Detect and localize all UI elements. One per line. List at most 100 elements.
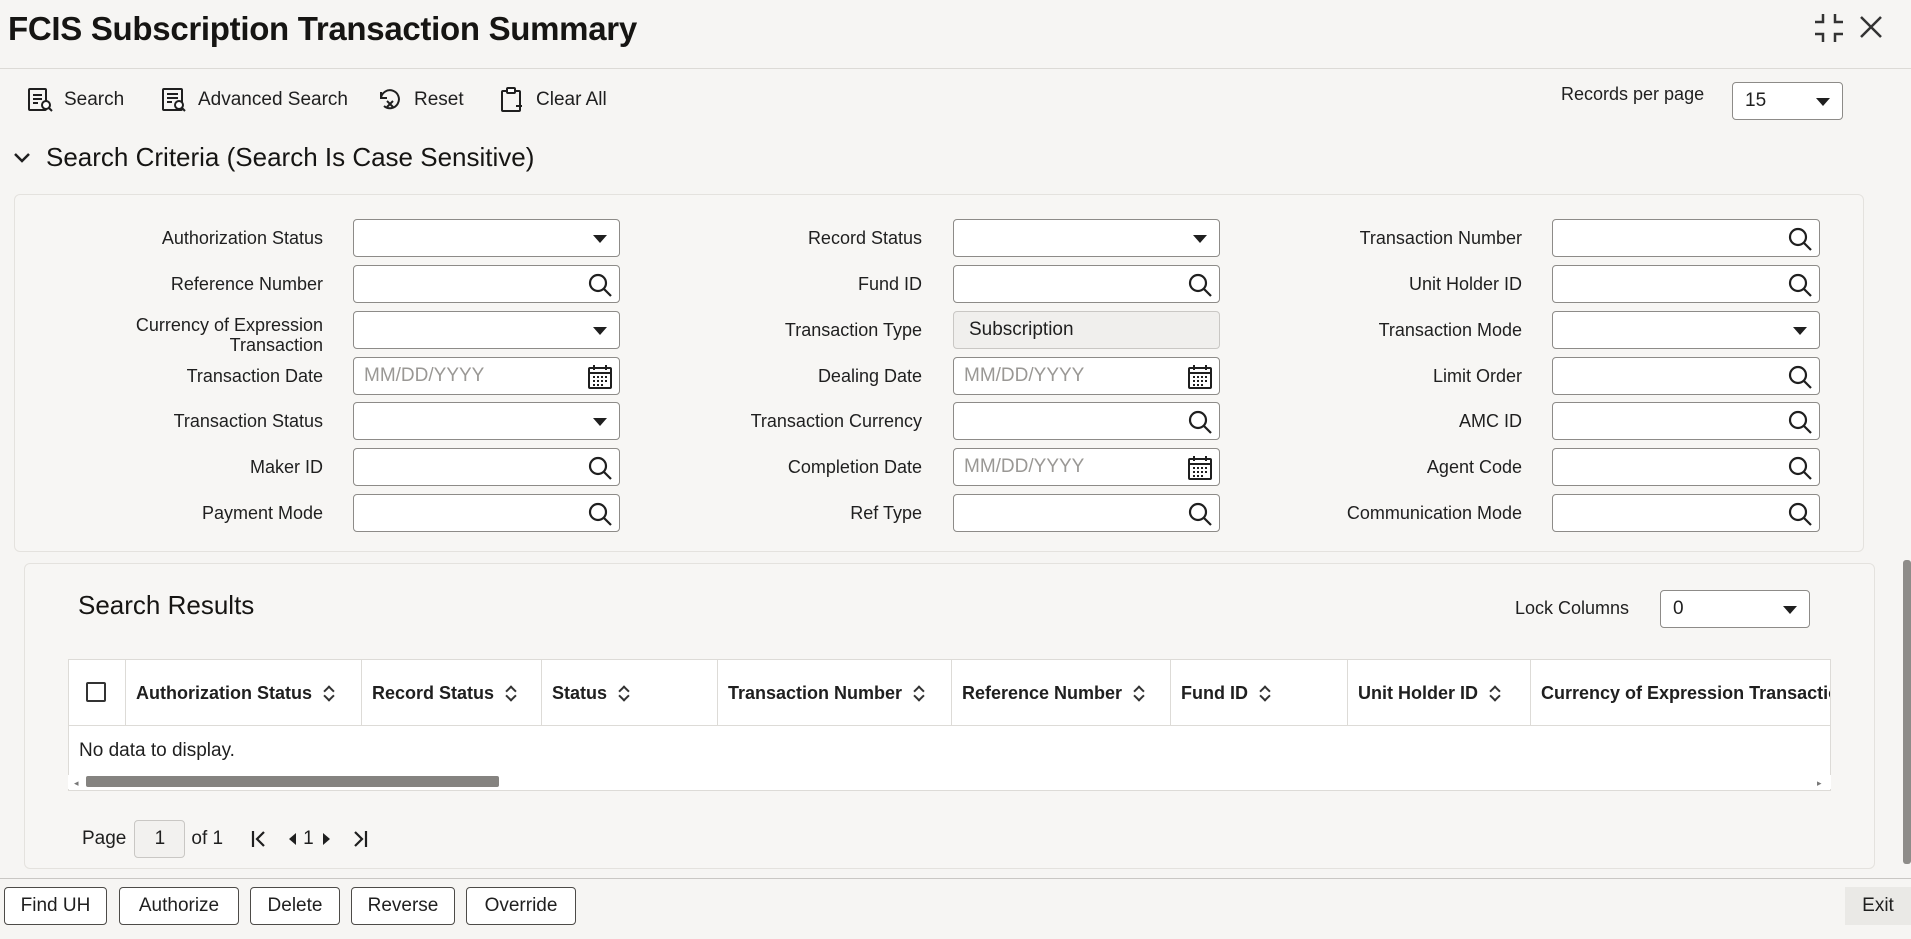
transaction-date-input[interactable]: MM/DD/YYYY [353, 357, 620, 395]
maker-id-input[interactable] [353, 448, 620, 486]
reset-button-label: Reset [414, 89, 464, 110]
search-icon[interactable] [1787, 409, 1813, 435]
completion-date-label: Completion Date [787, 457, 922, 477]
sort-icon[interactable] [506, 685, 516, 701]
search-button[interactable]: Search [26, 84, 124, 116]
column-header-transaction-number[interactable]: Transaction Number [718, 660, 952, 726]
dealing-date-input[interactable]: MM/DD/YYYY [953, 357, 1220, 395]
search-icon[interactable] [1787, 272, 1813, 298]
vertical-scrollbar-thumb[interactable] [1903, 560, 1911, 864]
find-uh-button[interactable]: Find UH [4, 887, 107, 925]
reference-number-input[interactable] [353, 265, 620, 303]
chevron-down-icon [1193, 235, 1207, 243]
advanced-search-icon [162, 88, 186, 112]
sort-icon[interactable] [1134, 685, 1144, 701]
chevron-down-icon [593, 418, 607, 426]
sort-icon[interactable] [1260, 685, 1270, 701]
limit-order-input[interactable] [1552, 357, 1820, 395]
search-icon[interactable] [1187, 409, 1213, 435]
records-per-page-select[interactable]: 15 [1732, 82, 1843, 120]
column-header-label: Status [552, 682, 608, 703]
select-all-checkbox[interactable] [86, 682, 106, 702]
column-header-currency-of-expression[interactable]: Currency of Expression Transaction [1531, 660, 1830, 726]
dealing-date-placeholder: MM/DD/YYYY [964, 365, 1085, 386]
transaction-currency-input[interactable] [953, 402, 1220, 440]
currency-expression-select[interactable] [353, 311, 620, 349]
reverse-button[interactable]: Reverse [351, 887, 455, 925]
authorization-status-select[interactable] [353, 219, 620, 257]
search-icon[interactable] [1187, 272, 1213, 298]
unit-holder-id-input[interactable] [1552, 265, 1820, 303]
sort-icon[interactable] [324, 685, 334, 701]
footer-divider [0, 878, 1911, 879]
override-button[interactable]: Override [466, 887, 576, 925]
search-icon[interactable] [1787, 455, 1813, 481]
limit-order-label: Limit Order [1432, 366, 1522, 386]
authorize-button[interactable]: Authorize [119, 887, 239, 925]
search-icon[interactable] [1787, 226, 1813, 252]
sort-icon[interactable] [619, 685, 629, 701]
chevron-down-icon [1793, 327, 1807, 335]
clear-all-button[interactable]: Clear All [498, 84, 607, 116]
amc-id-input[interactable] [1552, 402, 1820, 440]
sort-icon[interactable] [1490, 685, 1500, 701]
horizontal-scrollbar-thumb[interactable] [86, 776, 499, 787]
column-header-fund-id[interactable]: Fund ID [1171, 660, 1347, 726]
clipboard-icon [501, 87, 522, 112]
communication-mode-input[interactable] [1552, 494, 1820, 532]
column-header-authorization-status[interactable]: Authorization Status [126, 660, 362, 726]
advanced-search-button-label: Advanced Search [198, 89, 348, 110]
payment-mode-input[interactable] [353, 494, 620, 532]
close-icon[interactable] [1856, 12, 1886, 47]
collapse-icon[interactable] [1813, 12, 1845, 49]
transaction-date-label: Transaction Date [186, 366, 323, 386]
advanced-search-button[interactable]: Advanced Search [160, 84, 348, 116]
page-label: Page [82, 828, 127, 849]
transaction-number-input[interactable] [1552, 219, 1820, 257]
column-header-status[interactable]: Status [542, 660, 718, 726]
exit-button[interactable]: Exit [1845, 887, 1911, 925]
transaction-mode-select[interactable] [1552, 311, 1820, 349]
next-page-icon[interactable] [320, 829, 334, 849]
completion-date-input[interactable]: MM/DD/YYYY [953, 448, 1220, 486]
page-of-label: of 1 [191, 828, 224, 849]
chevron-down-icon [1783, 606, 1797, 614]
search-icon[interactable] [1187, 501, 1213, 527]
delete-button[interactable]: Delete [250, 887, 340, 925]
search-icon[interactable] [587, 455, 613, 481]
current-page-indicator: 1 [303, 828, 314, 849]
column-header-reference-number[interactable]: Reference Number [952, 660, 1171, 726]
calendar-icon[interactable] [1187, 455, 1213, 481]
previous-page-icon[interactable] [285, 829, 299, 849]
search-icon[interactable] [1787, 501, 1813, 527]
search-icon[interactable] [587, 272, 613, 298]
column-header-label: Fund ID [1181, 682, 1248, 703]
calendar-icon[interactable] [587, 364, 613, 390]
last-page-icon[interactable] [350, 829, 370, 849]
reference-number-label: Reference Number [170, 274, 323, 294]
column-header-unit-holder-id[interactable]: Unit Holder ID [1348, 660, 1530, 726]
column-header-label: Transaction Number [728, 682, 903, 703]
chevron-down-icon [593, 327, 607, 335]
fund-id-input[interactable] [953, 265, 1220, 303]
search-criteria-heading: Search Criteria (Search Is Case Sensitiv… [46, 142, 535, 172]
record-status-select[interactable] [953, 219, 1220, 257]
calendar-icon[interactable] [1187, 364, 1213, 390]
scroll-right-icon[interactable]: ▸ [1817, 778, 1822, 789]
search-list-icon [28, 88, 53, 112]
search-icon[interactable] [1787, 364, 1813, 390]
page-number-input[interactable]: 1 [134, 820, 186, 858]
completion-date-placeholder: MM/DD/YYYY [964, 456, 1085, 477]
transaction-status-select[interactable] [353, 402, 620, 440]
reset-button[interactable]: Reset [376, 84, 464, 116]
lock-columns-select[interactable]: 0 [1660, 590, 1810, 628]
transaction-number-label: Transaction Number [1359, 228, 1522, 248]
search-criteria-toggle[interactable]: Search Criteria (Search Is Case Sensitiv… [12, 142, 534, 173]
scroll-left-icon[interactable]: ◂ [74, 778, 79, 789]
column-header-record-status[interactable]: Record Status [362, 660, 542, 726]
ref-type-input[interactable] [953, 494, 1220, 532]
sort-icon[interactable] [914, 685, 924, 701]
first-page-icon[interactable] [249, 829, 269, 849]
search-icon[interactable] [587, 501, 613, 527]
agent-code-input[interactable] [1552, 448, 1820, 486]
